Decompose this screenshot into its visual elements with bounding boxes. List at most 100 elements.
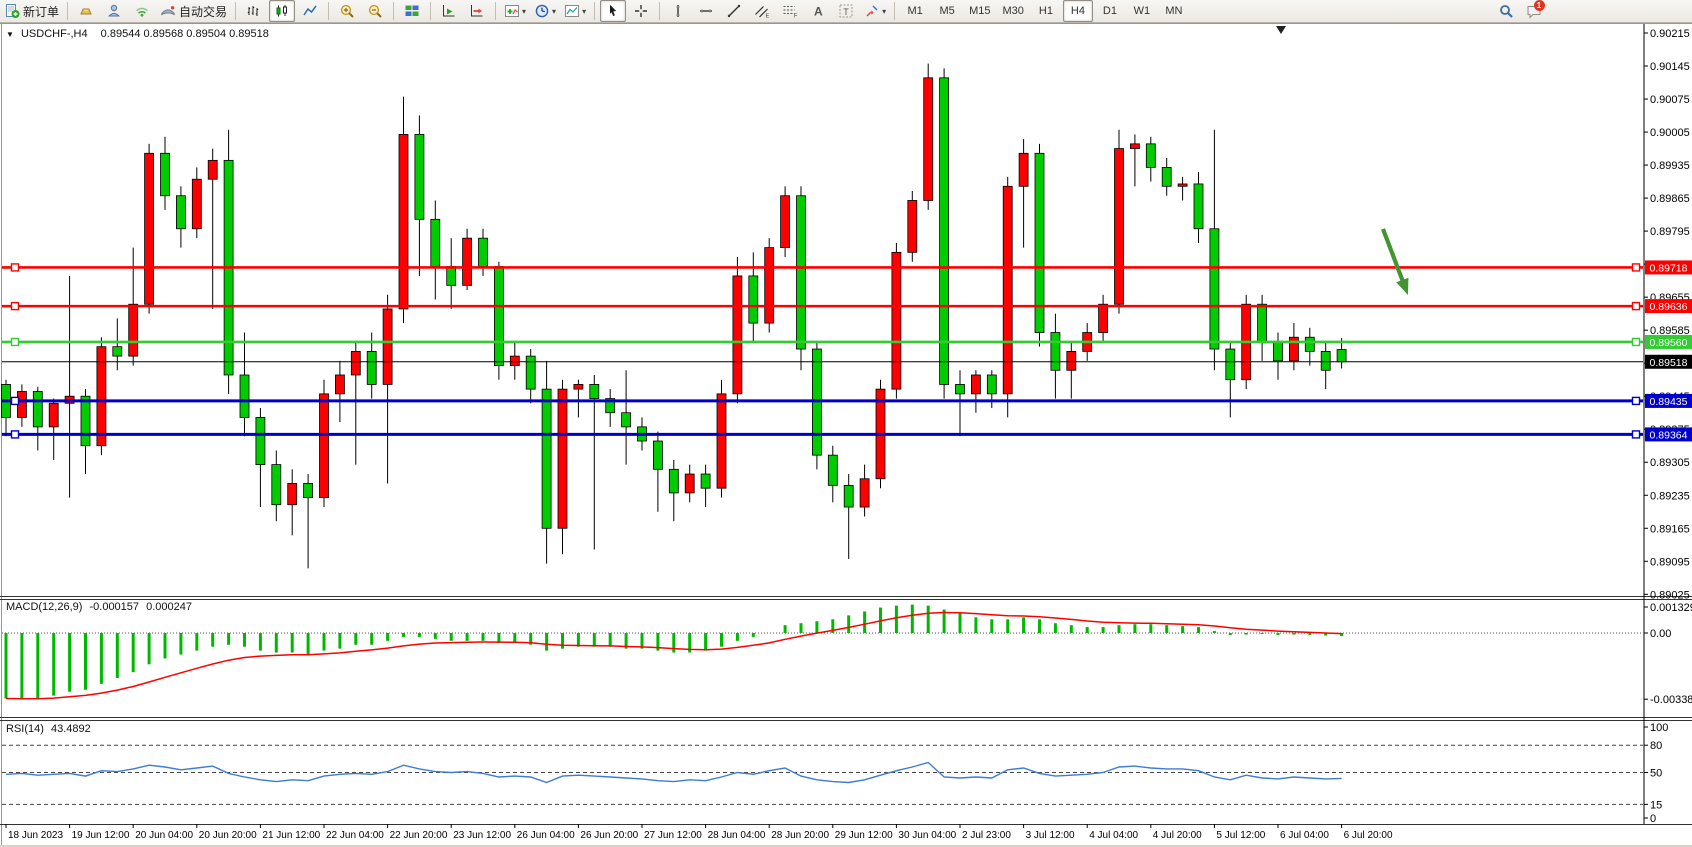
indicators-button-dropdown-icon[interactable]: ▾ — [522, 7, 526, 16]
hline-handle[interactable] — [12, 264, 19, 271]
toolbar-separator — [328, 2, 329, 20]
hline-handle[interactable] — [1633, 338, 1640, 345]
candle — [717, 394, 726, 488]
cursor-button[interactable] — [600, 0, 626, 22]
toolbar-separator — [235, 2, 236, 20]
periods-button-dropdown-icon[interactable]: ▾ — [552, 7, 556, 16]
candle — [320, 394, 329, 498]
crosshair-icon — [633, 3, 649, 19]
arrows-button[interactable]: ▾ — [861, 0, 889, 22]
bar-chart-button[interactable] — [241, 0, 267, 22]
vertical-line-button[interactable] — [665, 0, 691, 22]
symbol-label: USDCHF-,H4 — [21, 28, 88, 40]
auto-scroll-button[interactable] — [436, 0, 462, 22]
auto-trading-button[interactable]: 自动交易 — [157, 0, 230, 22]
candle — [145, 153, 154, 304]
hline-handle[interactable] — [12, 338, 19, 345]
periods-button[interactable]: ▾ — [531, 0, 559, 22]
timeframe-button-M5[interactable]: M5 — [932, 0, 962, 22]
signals-button[interactable] — [129, 0, 155, 22]
toolbar-separator — [67, 2, 68, 20]
chart-canvas: 0.902150.901450.900750.900050.899350.898… — [0, 0, 1692, 847]
price-tag-0.89364: 0.89364 — [1650, 429, 1688, 441]
crosshair-button[interactable] — [628, 0, 654, 22]
candle-chart-button[interactable] — [269, 0, 295, 22]
horizontal-line-button[interactable] — [693, 0, 719, 22]
candle — [1194, 184, 1203, 229]
candle — [956, 384, 965, 393]
hline-handle[interactable] — [1633, 264, 1640, 271]
vline-icon — [670, 3, 686, 19]
timeframe-button-M30[interactable]: M30 — [998, 0, 1029, 22]
person-icon — [106, 3, 122, 19]
timeframe-button-M1[interactable]: M1 — [900, 0, 930, 22]
arrows-icon — [864, 3, 880, 19]
candle — [828, 455, 837, 485]
candle — [367, 351, 376, 384]
templates-button[interactable]: ▾ — [561, 0, 589, 22]
zoom-in-button[interactable] — [334, 0, 360, 22]
market-watch-button[interactable] — [73, 0, 99, 22]
line-chart-button[interactable] — [297, 0, 323, 22]
rsi-axis-label: 15 — [1650, 799, 1662, 811]
hline-handle[interactable] — [12, 397, 19, 404]
indicators-button[interactable]: ▾ — [501, 0, 529, 22]
clock-icon — [534, 3, 550, 19]
trendline-button[interactable] — [721, 0, 747, 22]
candle — [1099, 304, 1108, 332]
timeframe-button-D1[interactable]: D1 — [1095, 0, 1125, 22]
ohlc-values: 0.89544 0.89568 0.89504 0.89518 — [101, 28, 269, 40]
tile-windows-button[interactable] — [399, 0, 425, 22]
text-label-button[interactable]: T — [833, 0, 859, 22]
hline-handle[interactable] — [1633, 397, 1640, 404]
zoom-out-button[interactable] — [362, 0, 388, 22]
price-tag-0.89636: 0.89636 — [1650, 301, 1688, 313]
candle — [192, 179, 201, 229]
price-axis-label: 0.89935 — [1650, 160, 1690, 172]
gold-icon — [78, 3, 94, 19]
chevron-down-icon[interactable]: ▼ — [6, 30, 14, 39]
fibo-icon: F — [782, 3, 798, 19]
hat-icon — [160, 3, 176, 19]
candle — [431, 219, 440, 266]
timeframe-button-W1[interactable]: W1 — [1127, 0, 1157, 22]
timeframe-button-H1[interactable]: H1 — [1031, 0, 1061, 22]
hline-handle[interactable] — [1633, 431, 1640, 438]
navigator-button[interactable] — [101, 0, 127, 22]
arrows-button-dropdown-icon[interactable]: ▾ — [882, 7, 886, 16]
search-button[interactable] — [1493, 0, 1519, 22]
toolbar-separator — [594, 2, 595, 20]
new-order-button-label: 新订单 — [23, 3, 59, 20]
macd-axis-label: 0.00 — [1650, 628, 1671, 640]
candle — [399, 134, 408, 309]
template-icon — [564, 3, 580, 19]
time-axis-label: 28 Jun 20:00 — [771, 830, 829, 841]
candle — [781, 196, 790, 248]
hline-icon — [698, 3, 714, 19]
doc-plus-icon — [4, 3, 20, 19]
new-order-button[interactable]: 新订单 — [1, 0, 62, 22]
timeframe-button-H4[interactable]: H4 — [1063, 0, 1093, 22]
candle — [590, 384, 599, 398]
time-axis-label: 20 Jun 04:00 — [135, 830, 193, 841]
hline-handle[interactable] — [12, 303, 19, 310]
candle — [272, 465, 281, 505]
svg-text:T: T — [843, 7, 849, 17]
channel-button[interactable]: E — [749, 0, 775, 22]
chart-shift-button[interactable] — [464, 0, 490, 22]
timeframe-button-MN[interactable]: MN — [1159, 0, 1189, 22]
svg-text:E: E — [766, 14, 770, 20]
hline-handle[interactable] — [1633, 303, 1640, 310]
fibonacci-button[interactable]: F — [777, 0, 803, 22]
candle — [1337, 350, 1346, 362]
candle — [622, 413, 631, 427]
timeframe-button-M15[interactable]: M15 — [964, 0, 995, 22]
text-button[interactable]: A — [805, 0, 831, 22]
svg-text:A: A — [814, 5, 823, 19]
templates-button-dropdown-icon[interactable]: ▾ — [582, 7, 586, 16]
candle — [924, 78, 933, 201]
hline-handle[interactable] — [12, 431, 19, 438]
rsi-value: 43.4892 — [51, 723, 91, 735]
time-axis-label: 26 Jun 04:00 — [517, 830, 575, 841]
chat-button[interactable]: 1 — [1521, 0, 1547, 22]
